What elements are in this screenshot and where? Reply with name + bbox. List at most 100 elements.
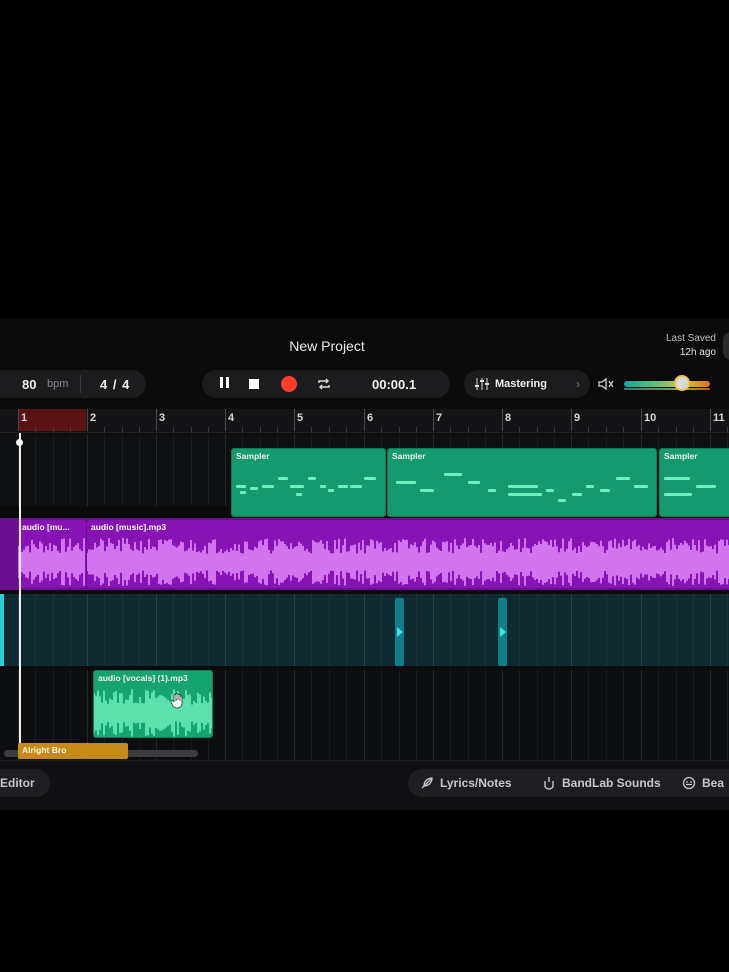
grid-line (259, 670, 261, 760)
grid-line (605, 594, 607, 666)
grid-line (675, 670, 677, 760)
grid-line (692, 670, 694, 760)
grid-line (259, 594, 261, 666)
grid-line (225, 434, 226, 506)
bandlab-sounds-button[interactable]: BandLab Sounds (542, 776, 661, 790)
bar-tick (18, 409, 19, 431)
beat-tick (52, 427, 54, 432)
transport-controls: 00:00.1 (202, 370, 450, 398)
bar-number: 8 (505, 412, 512, 424)
grid-line (415, 594, 417, 666)
bandlab-sounds-label: BandLab Sounds (562, 776, 661, 790)
grid-line (727, 594, 729, 666)
grid-line (467, 670, 469, 760)
time-signature[interactable]: 4 / 4 (100, 377, 130, 392)
beat-tick (450, 427, 452, 432)
grid-line (588, 670, 590, 760)
beat-tick (207, 427, 209, 432)
last-saved-status: Last Saved 12h ago (666, 332, 716, 360)
sampler-region[interactable]: Sampler (659, 448, 729, 517)
lyrics-notes-button[interactable]: Lyrics/Notes (420, 776, 512, 790)
grid-line (519, 670, 521, 760)
beats-button[interactable]: Bea (682, 776, 724, 790)
beat-tick (415, 427, 417, 432)
region-name: audio [mu... (22, 522, 70, 532)
bottom-tools: Lyrics/Notes BandLab Sounds Bea (408, 769, 729, 797)
audio-region-vocals[interactable]: audio [vocals] (1).mp3 (93, 670, 213, 738)
stop-button[interactable] (243, 374, 265, 394)
tempo-control[interactable]: 80 bpm 4 / 4 (0, 370, 146, 398)
playhead[interactable] (19, 433, 21, 758)
bar-tick (641, 409, 642, 431)
grid-line (467, 594, 469, 666)
bar-tick (225, 409, 226, 431)
chevron-right-icon: › (576, 377, 580, 391)
beat-tick (104, 427, 106, 432)
grid-line (121, 434, 123, 506)
track-lane-selected[interactable] (0, 594, 729, 666)
beats-icon (682, 776, 696, 790)
mastering-label: Mastering (495, 378, 547, 390)
bar-number: 11 (713, 412, 725, 424)
grid-line (484, 670, 486, 760)
speaker-icon[interactable] (597, 376, 617, 392)
audio-region-music[interactable]: audio [music].mp3 (87, 520, 729, 588)
region-name: audio [music].mp3 (91, 522, 167, 532)
grid-line (276, 594, 278, 666)
divider (80, 375, 81, 393)
grid-line (710, 670, 711, 760)
bar-number: 9 (574, 412, 581, 424)
bpm-value[interactable]: 80 (22, 377, 36, 392)
audio-region-music[interactable]: audio [mu... (18, 520, 86, 588)
grid-line (536, 670, 538, 760)
clip-marker[interactable] (498, 598, 507, 666)
record-button[interactable] (278, 374, 300, 394)
beat-tick (675, 427, 677, 432)
editor-label: Editor (0, 776, 35, 790)
mastering-button[interactable]: Mastering › (464, 370, 590, 398)
project-title[interactable]: New Project (0, 338, 654, 354)
feather-icon (421, 777, 433, 789)
clip-marker[interactable] (395, 598, 404, 666)
pause-button[interactable] (213, 374, 235, 394)
grid-line (121, 594, 123, 666)
beat-tick (605, 427, 607, 432)
beats-label: Bea (702, 776, 725, 790)
track-lane-sampler[interactable]: Sampler Sampler Sampler (0, 434, 729, 517)
track-lane-music[interactable]: audio [mu... audio [music].mp3 (0, 518, 729, 590)
beat-tick (276, 427, 278, 432)
beat-tick (692, 427, 694, 432)
bar-tick (156, 409, 157, 431)
bar-tick (294, 409, 295, 431)
grid-line (345, 594, 347, 666)
bar-tick (710, 409, 711, 431)
mini-clip[interactable]: Alright Bro (18, 743, 128, 759)
master-volume-slider[interactable] (624, 381, 710, 387)
grid-line (207, 594, 209, 666)
grid-line (294, 594, 295, 666)
grid-line (190, 594, 192, 666)
beat-tick (536, 427, 538, 432)
timeline-ruler[interactable]: 1 2 3 4 5 6 7 8 9 10 11 (0, 409, 729, 433)
grid-line (311, 594, 313, 666)
grid-line (104, 594, 106, 666)
beat-tick (69, 427, 71, 432)
grid-line (87, 594, 88, 666)
sampler-region[interactable]: Sampler (231, 448, 386, 517)
grid-line (311, 670, 313, 760)
grid-line (225, 594, 226, 666)
grid-line (328, 670, 330, 760)
loop-icon (318, 378, 330, 390)
grid-line (364, 594, 365, 666)
editor-button[interactable]: Editor (0, 769, 50, 797)
record-icon (281, 376, 297, 392)
grid-line (658, 670, 660, 760)
grid-line (622, 594, 624, 666)
profile-button[interactable] (723, 332, 729, 360)
loop-button[interactable] (313, 374, 335, 394)
playhead-handle[interactable] (16, 439, 23, 446)
sampler-region[interactable]: Sampler (387, 448, 657, 517)
grid-line (536, 594, 538, 666)
mini-clip-label: Alright Bro (22, 745, 67, 755)
grid-line (173, 594, 175, 666)
